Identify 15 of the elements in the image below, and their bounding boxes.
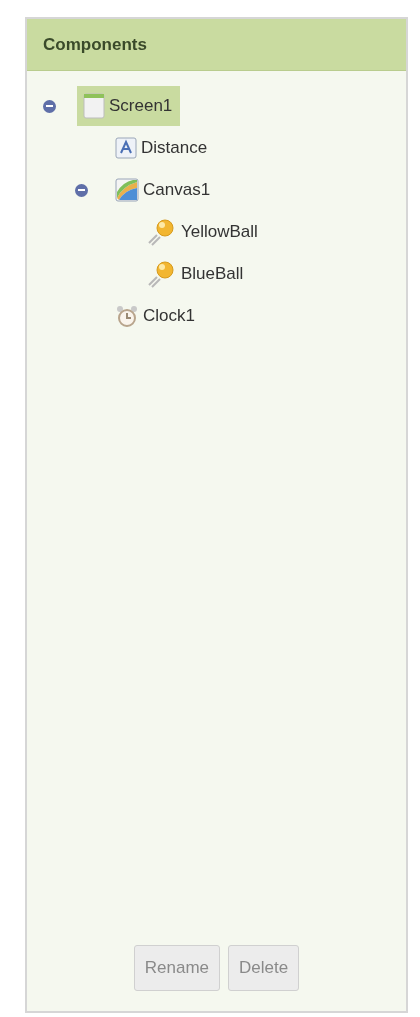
tree-item[interactable]: Clock1 xyxy=(109,296,203,336)
tree-item[interactable]: Canvas1 xyxy=(109,170,219,210)
collapse-icon[interactable] xyxy=(75,183,88,197)
tree-item[interactable]: Distance xyxy=(109,128,216,168)
canvas-icon xyxy=(115,178,139,202)
tree-item[interactable]: YellowBall xyxy=(141,212,266,252)
collapse-icon[interactable] xyxy=(43,99,56,113)
tree-item[interactable]: BlueBall xyxy=(141,254,252,294)
ball-icon xyxy=(147,218,177,246)
screen-icon xyxy=(83,93,105,119)
ball-icon xyxy=(147,260,177,288)
tree-item[interactable]: Screen1 xyxy=(77,86,181,126)
alarm-clock-icon xyxy=(115,304,139,328)
panel-title: Components xyxy=(43,33,147,56)
text-label-icon xyxy=(115,137,137,159)
